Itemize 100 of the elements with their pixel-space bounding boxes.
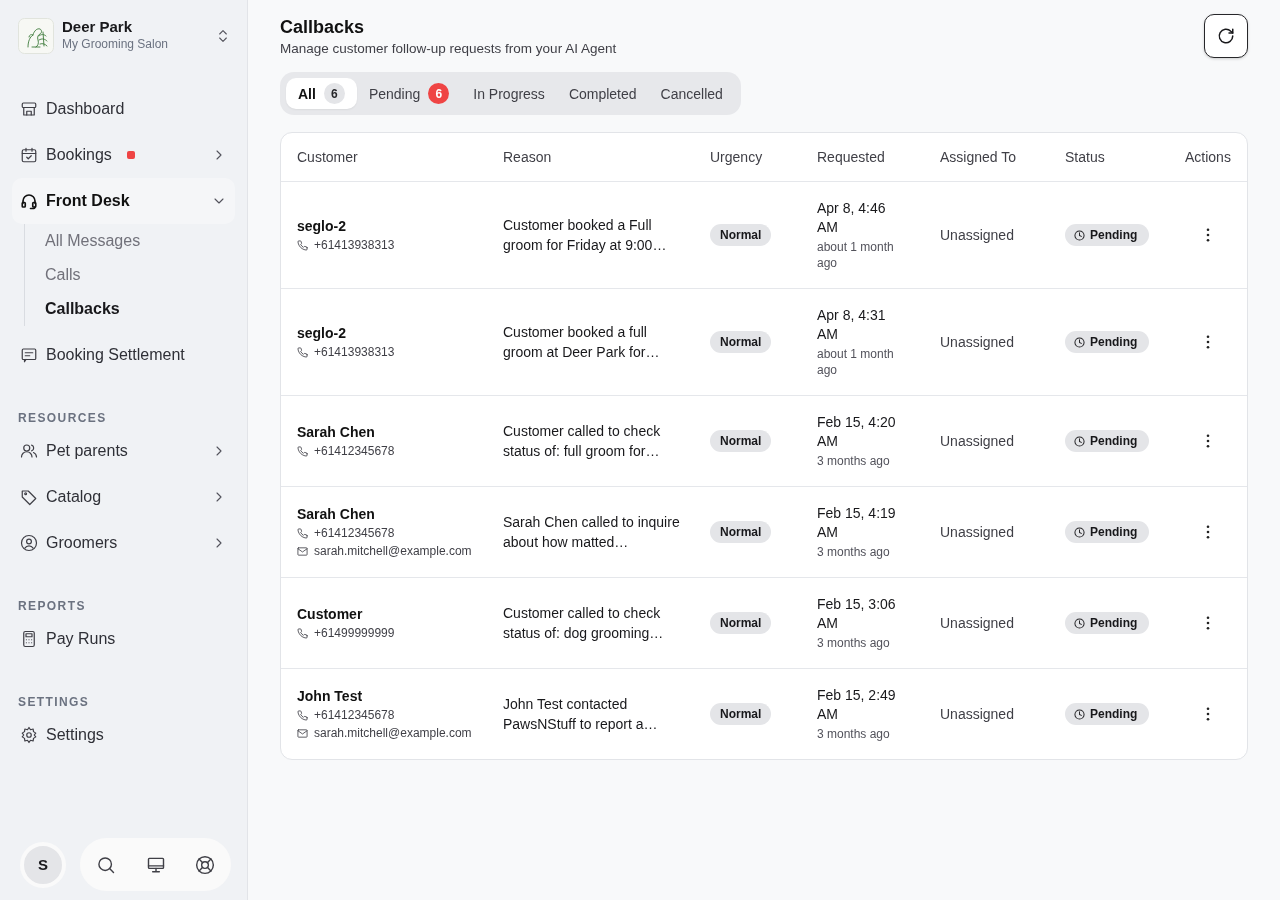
nav-item[interactable]: Pay Runs <box>12 616 235 662</box>
requested-date: Apr 8, 4:46 AM <box>817 199 887 237</box>
clock-icon <box>1074 336 1085 348</box>
avatar-button[interactable]: S <box>20 841 66 888</box>
filter-tab[interactable]: In Progress <box>461 78 557 109</box>
relative-time: 3 months ago <box>817 726 890 742</box>
phone-icon <box>297 709 308 721</box>
phone-icon <box>297 346 308 358</box>
user-circle-icon <box>20 534 38 552</box>
count-badge: 6 <box>323 83 345 104</box>
more-icon[interactable] <box>1206 707 1210 721</box>
filter-tab[interactable]: All 6 <box>286 78 357 109</box>
assignee-text: Unassigned <box>940 334 1014 350</box>
calendar-check-icon <box>20 146 38 164</box>
customer-name: seglo-2 <box>297 217 346 236</box>
status-label: Pending <box>1090 335 1138 349</box>
reason-text: Customer booked a Full groom for Friday at 9:00… <box>503 216 668 255</box>
sub-nav-item[interactable]: All Messages <box>45 224 141 258</box>
phone-icon <box>297 627 308 639</box>
settings-icon <box>20 726 38 744</box>
phone-icon <box>297 527 308 539</box>
refresh-icon <box>1217 27 1235 45</box>
filter-tab[interactable]: Pending 6 <box>356 78 462 109</box>
nav-item[interactable]: Bookings <box>12 132 235 178</box>
customer-name: Sarah Chen <box>297 423 375 442</box>
status-label: Pending <box>1090 616 1138 630</box>
column-header: Requested <box>817 149 885 165</box>
nav-item[interactable]: Dashboard <box>12 86 235 132</box>
reason-text: Customer booked a full groom at Deer Park for… <box>503 323 661 362</box>
business-subtitle: My Grooming Salon <box>62 35 169 52</box>
email-address: sarah.mitchell@example.com <box>314 543 472 560</box>
nav-item[interactable]: Pet parents <box>12 428 235 474</box>
column-header: Assigned To <box>940 149 1016 165</box>
column-header: Urgency <box>710 149 763 165</box>
storefront-icon <box>20 100 38 118</box>
phone-number: +61412345678 <box>314 443 395 460</box>
clock-icon <box>1074 435 1085 447</box>
relative-time: about 1 month ago <box>817 239 895 271</box>
requested-date: Feb 15, 2:49 AM <box>817 686 897 724</box>
requested-date: Feb 15, 4:19 AM <box>817 504 897 542</box>
reason-text: Customer called to check status of: full groom for… <box>503 422 662 461</box>
phone-number: +61499999999 <box>314 625 395 642</box>
urgency-badge: Normal <box>710 703 772 725</box>
refresh-button[interactable] <box>1204 14 1248 58</box>
more-icon[interactable] <box>1206 525 1210 539</box>
phone-number: +61413938313 <box>314 237 395 254</box>
tag-icon <box>20 488 38 506</box>
customer-name: Sarah Chen <box>297 505 375 524</box>
section-heading: SETTINGS <box>17 694 91 710</box>
sub-nav-item[interactable]: Callbacks <box>45 292 120 326</box>
urgency-badge: Normal <box>710 430 772 452</box>
customer-name: seglo-2 <box>297 324 346 343</box>
more-icon[interactable] <box>1206 228 1210 242</box>
assignee-text: Unassigned <box>940 433 1014 449</box>
more-icon[interactable] <box>1206 434 1210 448</box>
reason-text: Customer called to check status of: dog grooming… <box>503 604 665 643</box>
message-lines-icon <box>20 346 38 364</box>
status-label: Pending <box>1090 525 1138 539</box>
filter-tab[interactable]: Cancelled <box>648 78 735 109</box>
more-icon[interactable] <box>1206 616 1210 630</box>
search-icon[interactable] <box>96 854 116 875</box>
calculator-icon <box>20 630 38 648</box>
phone-icon <box>297 239 308 251</box>
customer-name: John Test <box>297 687 363 706</box>
relative-time: 3 months ago <box>817 635 890 651</box>
count-badge: 6 <box>428 83 450 104</box>
assignee-text: Unassigned <box>940 706 1014 722</box>
phone-number: +61413938313 <box>314 344 395 361</box>
phone-icon <box>297 445 308 457</box>
relative-time: about 1 month ago <box>817 346 895 378</box>
column-header: Status <box>1065 149 1105 165</box>
status-label: Pending <box>1090 228 1138 242</box>
business-name: Deer Park <box>62 16 134 36</box>
lifebuoy-icon[interactable] <box>195 854 215 875</box>
more-icon[interactable] <box>1206 335 1210 349</box>
nav-item[interactable]: Catalog <box>12 474 235 520</box>
mail-icon <box>297 727 308 739</box>
assignee-text: Unassigned <box>940 227 1014 243</box>
nav-item[interactable]: Groomers <box>12 520 235 566</box>
clock-icon <box>1074 526 1085 538</box>
clock-icon <box>1074 617 1085 629</box>
section-heading: RESOURCES <box>17 410 108 426</box>
email-address: sarah.mitchell@example.com <box>314 725 472 742</box>
column-header: Reason <box>503 149 552 165</box>
sub-nav-item[interactable]: Calls <box>45 258 81 292</box>
reason-text: Sarah Chen called to inquire about how matted… <box>503 513 681 552</box>
requested-date: Feb 15, 4:20 AM <box>817 413 897 451</box>
nav-item[interactable]: Booking Settlement <box>12 332 235 378</box>
filter-tab[interactable]: Completed <box>556 78 649 109</box>
urgency-badge: Normal <box>710 331 772 353</box>
urgency-badge: Normal <box>710 521 772 543</box>
column-header: Actions <box>1185 149 1231 165</box>
section-heading: REPORTS <box>17 598 87 614</box>
clock-icon <box>1074 229 1085 241</box>
reason-text: John Test contacted PawsNStuff to report a… <box>503 695 659 734</box>
nav-item[interactable]: Front Desk <box>12 178 235 224</box>
nav-item[interactable]: Settings <box>12 712 235 758</box>
customer-name: Customer <box>297 605 363 624</box>
status-label: Pending <box>1090 707 1138 721</box>
relative-time: 3 months ago <box>817 544 890 560</box>
